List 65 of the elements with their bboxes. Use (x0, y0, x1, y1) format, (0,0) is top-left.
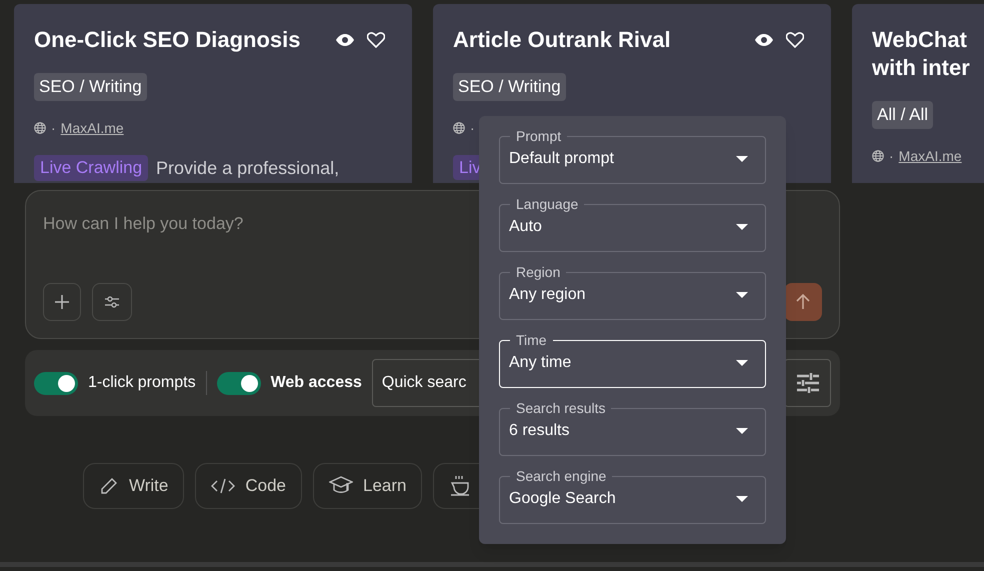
card-title: with inter (872, 54, 970, 82)
category-tag: SEO / Writing (34, 73, 147, 100)
dropdown-field[interactable]: Language Auto (499, 196, 766, 252)
heart-icon[interactable] (786, 32, 804, 48)
heart-icon[interactable] (367, 32, 385, 48)
card-title: Article Outrank Rival (453, 26, 671, 54)
toggle-label: Web access (270, 373, 362, 393)
eye-icon[interactable] (755, 34, 773, 46)
caret-down-icon (736, 224, 748, 230)
message-placeholder[interactable]: How can I help you today? (43, 211, 244, 236)
card-title: One-Click SEO Diagnosis (34, 26, 301, 54)
arrow-up-icon (796, 294, 810, 310)
prompt-card[interactable]: One-Click SEO Diagnosis SEO / Writing · MaxAI.me Live Crawling Provide a professional, (14, 4, 412, 183)
caret-down-icon (736, 428, 748, 434)
cup-icon (449, 475, 470, 497)
prompt-card[interactable]: WebChat with inter All / All · MaxAI.me (852, 4, 984, 183)
field-label: Language (515, 196, 580, 212)
plus-icon (54, 294, 70, 310)
dropdown-field[interactable]: Time Any time (499, 332, 766, 388)
caret-down-icon (736, 496, 748, 502)
send-button[interactable] (784, 283, 822, 321)
field-label: Search engine (515, 468, 608, 484)
eye-icon[interactable] (336, 34, 354, 46)
site-link[interactable]: MaxAI.me (898, 146, 962, 166)
globe-icon (872, 150, 884, 162)
separator: · (51, 118, 56, 138)
caret-down-icon (736, 292, 748, 298)
card-title: WebChat (872, 26, 968, 54)
suggestion-button[interactable]: Write (83, 463, 184, 509)
suggestion-button[interactable]: Learn (313, 463, 422, 509)
toggle-switch[interactable] (216, 372, 261, 394)
field-value: Default prompt (509, 149, 614, 169)
dropdown-field[interactable]: Search engine Google Search (499, 468, 766, 524)
add-button[interactable] (43, 283, 81, 321)
field-label: Search results (515, 400, 606, 416)
sliders-icon (796, 373, 818, 393)
dropdown-field[interactable]: Search results 6 results (499, 400, 766, 456)
globe-icon (34, 122, 46, 134)
field-value: Any region (509, 285, 586, 305)
sliders-icon (104, 295, 120, 309)
field-value: 6 results (509, 421, 570, 441)
card-description: Provide a professional, (156, 156, 340, 180)
globe-icon (453, 122, 465, 134)
field-value: Auto (509, 217, 542, 237)
separator: · (470, 118, 475, 138)
dropdown-field[interactable]: Prompt Default prompt (499, 128, 766, 184)
field-label: Region (515, 264, 562, 280)
code-icon (211, 478, 236, 494)
category-tag: SEO / Writing (453, 73, 566, 100)
suggestion-button[interactable]: Code (195, 463, 302, 509)
feature-badge: Live Crawling (34, 155, 148, 181)
toggle-switch[interactable] (34, 372, 78, 394)
caret-down-icon (736, 156, 748, 162)
separator: · (889, 146, 894, 166)
field-value: Any time (509, 353, 572, 373)
field-value: Google Search (509, 489, 616, 509)
site-link[interactable]: MaxAI.me (60, 118, 124, 138)
pencil-icon (99, 476, 119, 496)
category-tag: All / All (872, 101, 934, 128)
caret-down-icon (736, 360, 748, 366)
field-label: Prompt (515, 128, 562, 144)
toggle-label: 1-click prompts (88, 373, 196, 393)
options-button[interactable] (92, 283, 132, 321)
dropdown-field[interactable]: Region Any region (499, 264, 766, 320)
field-label: Time (515, 332, 548, 348)
